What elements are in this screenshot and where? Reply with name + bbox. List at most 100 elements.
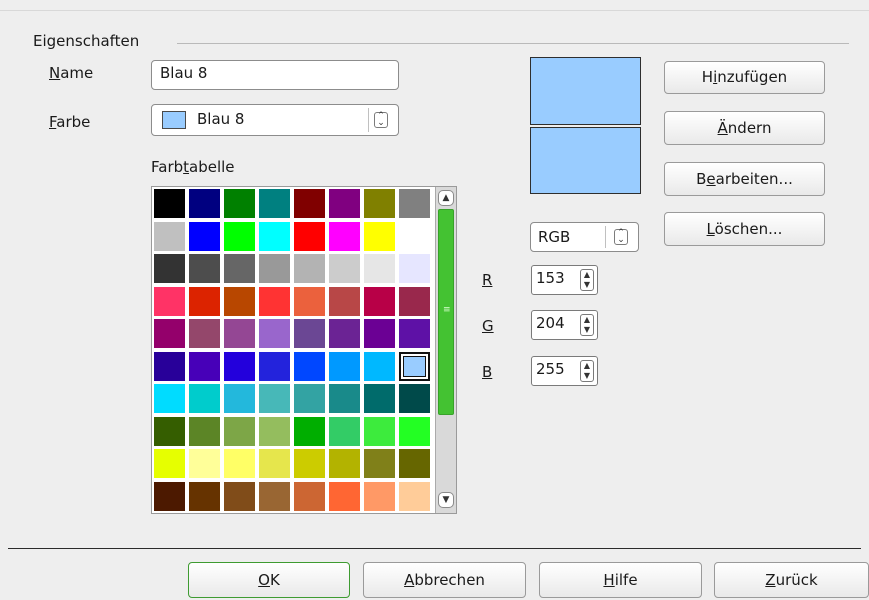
spin-arrows-icon[interactable]: ▲ ▼	[580, 269, 594, 291]
color-cell[interactable]	[189, 189, 220, 218]
color-cell[interactable]	[259, 319, 290, 348]
color-cell[interactable]	[329, 417, 360, 446]
help-button[interactable]: Hilfe	[539, 562, 702, 598]
color-cell[interactable]	[294, 352, 325, 381]
color-cell[interactable]	[399, 319, 430, 348]
name-input[interactable]: Blau 8	[151, 60, 399, 90]
color-cell[interactable]	[154, 287, 185, 316]
color-cell[interactable]	[399, 417, 430, 446]
color-cell[interactable]	[224, 482, 255, 511]
color-cell[interactable]	[329, 352, 360, 381]
color-cell[interactable]	[259, 189, 290, 218]
color-cell[interactable]	[154, 449, 185, 478]
edit-button[interactable]: Bearbeiten...	[664, 162, 825, 196]
color-cell[interactable]	[189, 254, 220, 283]
color-cell[interactable]	[329, 287, 360, 316]
spin-arrows-icon[interactable]: ▲ ▼	[580, 360, 594, 382]
color-cell[interactable]	[329, 482, 360, 511]
change-button[interactable]: Ändern	[664, 111, 825, 145]
color-cell[interactable]	[329, 189, 360, 218]
color-cell[interactable]	[294, 384, 325, 413]
spin-arrows-icon[interactable]: ▲ ▼	[580, 314, 594, 336]
scroll-thumb[interactable]: ≡	[438, 209, 454, 415]
color-cell[interactable]	[189, 287, 220, 316]
color-cell[interactable]	[399, 352, 430, 381]
color-cell[interactable]	[329, 384, 360, 413]
color-cell[interactable]	[294, 449, 325, 478]
color-cell[interactable]	[224, 384, 255, 413]
color-cell[interactable]	[364, 449, 395, 478]
color-cell[interactable]	[154, 482, 185, 511]
color-cell[interactable]	[189, 384, 220, 413]
color-cell[interactable]	[329, 222, 360, 251]
color-cell[interactable]	[154, 319, 185, 348]
color-cell[interactable]	[294, 222, 325, 251]
color-cell[interactable]	[364, 384, 395, 413]
color-cell[interactable]	[259, 222, 290, 251]
color-cell[interactable]	[294, 189, 325, 218]
color-cell[interactable]	[259, 482, 290, 511]
color-cell[interactable]	[189, 352, 220, 381]
color-cell[interactable]	[294, 254, 325, 283]
color-cell[interactable]	[364, 189, 395, 218]
color-cell[interactable]	[224, 222, 255, 251]
color-cell[interactable]	[364, 482, 395, 511]
color-cell[interactable]	[364, 319, 395, 348]
color-cell[interactable]	[329, 449, 360, 478]
color-cell[interactable]	[364, 287, 395, 316]
color-cell[interactable]	[399, 222, 430, 251]
color-cell[interactable]	[259, 449, 290, 478]
color-cell[interactable]	[224, 254, 255, 283]
color-cell[interactable]	[224, 352, 255, 381]
color-cell[interactable]	[154, 417, 185, 446]
add-button[interactable]: Hinzufügen	[664, 61, 825, 94]
color-cell[interactable]	[224, 417, 255, 446]
color-cell[interactable]	[259, 254, 290, 283]
color-cell[interactable]	[259, 417, 290, 446]
color-cell[interactable]	[364, 254, 395, 283]
color-dropdown[interactable]: Blau 8 ⌃ ⌄	[151, 104, 399, 136]
ok-button[interactable]: OK	[188, 562, 350, 598]
delete-button[interactable]: Löschen...	[664, 212, 825, 246]
color-cell[interactable]	[189, 319, 220, 348]
color-cell[interactable]	[399, 449, 430, 478]
color-cell[interactable]	[224, 449, 255, 478]
color-cell[interactable]	[399, 384, 430, 413]
color-cell[interactable]	[154, 352, 185, 381]
color-model-select[interactable]: RGB ⌃ ⌄	[530, 222, 639, 252]
color-table-scrollbar[interactable]: ▲ ≡ ▼	[435, 187, 456, 513]
color-cell[interactable]	[224, 319, 255, 348]
color-cell[interactable]	[259, 384, 290, 413]
color-cell[interactable]	[294, 287, 325, 316]
color-cell[interactable]	[259, 287, 290, 316]
reset-button[interactable]: Zurück	[714, 562, 869, 598]
color-cell[interactable]	[364, 222, 395, 251]
color-cell[interactable]	[294, 319, 325, 348]
color-cell[interactable]	[329, 254, 360, 283]
scroll-down-icon[interactable]: ▼	[438, 492, 454, 508]
red-spinbox[interactable]: 153 ▲ ▼	[531, 265, 598, 295]
color-cell[interactable]	[294, 417, 325, 446]
color-cell[interactable]	[154, 222, 185, 251]
color-cell[interactable]	[154, 384, 185, 413]
color-cell[interactable]	[294, 482, 325, 511]
color-cell[interactable]	[189, 417, 220, 446]
blue-spinbox[interactable]: 255 ▲ ▼	[531, 356, 598, 386]
color-cell[interactable]	[224, 287, 255, 316]
color-cell[interactable]	[399, 254, 430, 283]
color-cell[interactable]	[189, 482, 220, 511]
color-cell[interactable]	[154, 189, 185, 218]
cancel-button[interactable]: Abbrechen	[363, 562, 526, 598]
color-cell[interactable]	[224, 189, 255, 218]
color-cell[interactable]	[364, 417, 395, 446]
color-cell[interactable]	[259, 352, 290, 381]
scroll-up-icon[interactable]: ▲	[438, 190, 454, 206]
color-cell[interactable]	[329, 319, 360, 348]
color-cell[interactable]	[399, 287, 430, 316]
color-cell[interactable]	[364, 352, 395, 381]
color-cell[interactable]	[399, 189, 430, 218]
color-cell[interactable]	[399, 482, 430, 511]
color-cell[interactable]	[154, 254, 185, 283]
color-cell[interactable]	[189, 222, 220, 251]
color-table[interactable]	[154, 189, 434, 513]
